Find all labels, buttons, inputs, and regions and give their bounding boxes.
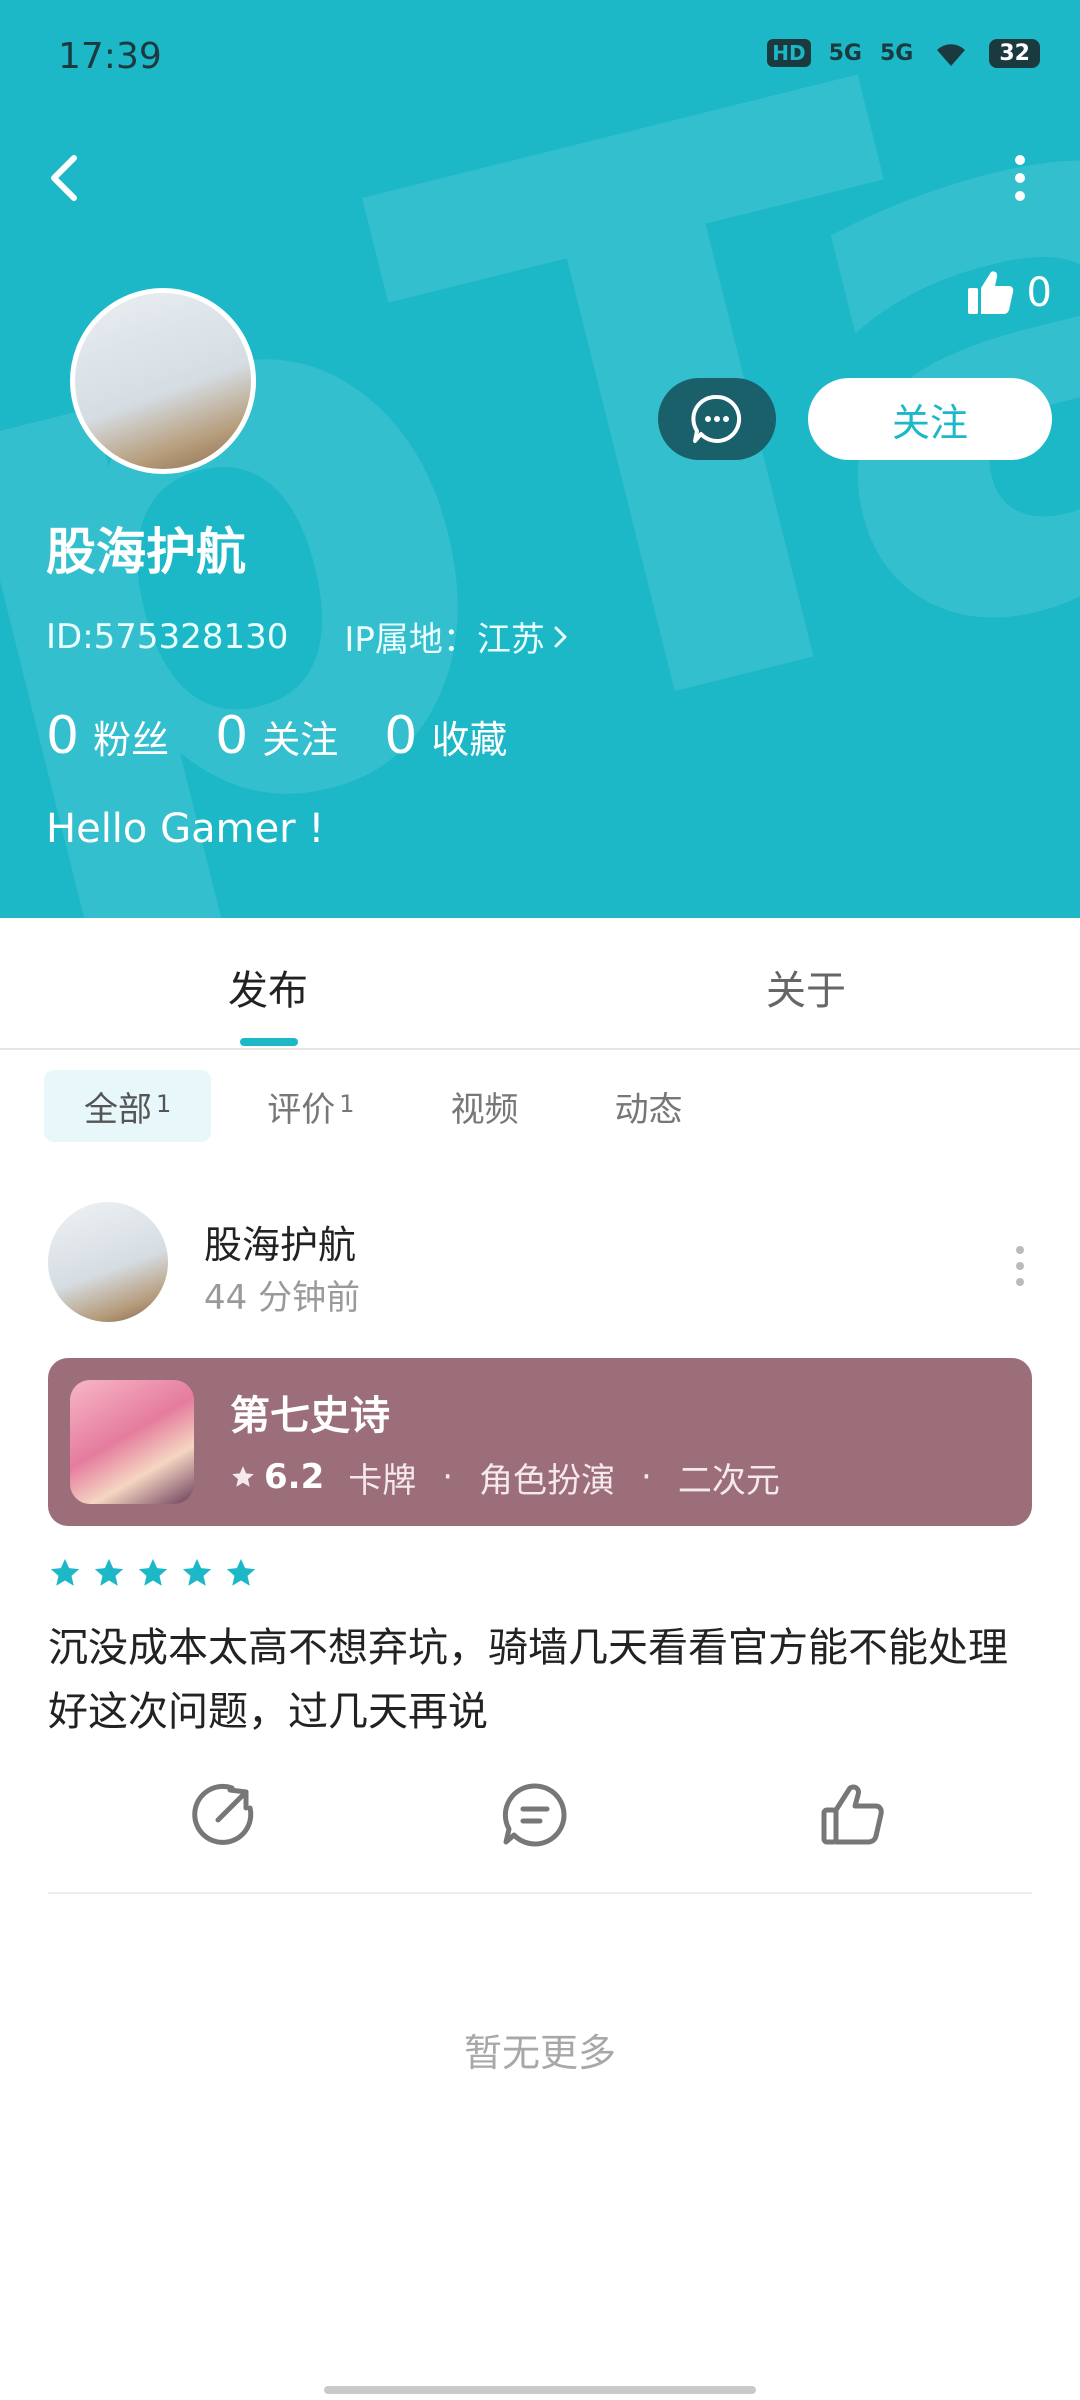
more-vertical-icon — [1016, 1246, 1024, 1286]
profile-stats: 0 粉丝 0 关注 0 收藏 — [46, 706, 507, 766]
filter-all-label: 全部 — [84, 1089, 152, 1130]
stat-fans[interactable]: 0 粉丝 — [46, 706, 169, 766]
post-more-button[interactable] — [1000, 1236, 1040, 1296]
star-icon — [50, 1558, 80, 1586]
game-tag: 卡牌 — [348, 1460, 417, 1501]
game-rating: 6.2 — [264, 1457, 325, 1497]
bio: Hello Gamer ! — [46, 806, 325, 852]
review-text: 沉没成本太高不想弃坑，骑墙几天看看官方能不能处理好这次问题，过几天再说 — [48, 1625, 1008, 1735]
signal-icon-2: 5G — [880, 40, 914, 66]
battery-icon: 32 — [989, 38, 1040, 68]
user-id: ID:575328130 — [46, 616, 289, 657]
chevron-right-icon — [554, 626, 567, 647]
filter-reviews-count: 1 — [339, 1090, 355, 1118]
message-button[interactable] — [658, 378, 776, 460]
filter-reviews-label: 评价 — [267, 1089, 336, 1130]
game-title: 第七史诗 — [230, 1392, 390, 1439]
follow-button[interactable]: 关注 — [808, 378, 1052, 460]
star-icon — [232, 1466, 254, 1487]
star-icon — [138, 1558, 168, 1586]
signal-icon-1: 5G — [828, 40, 862, 66]
like-button[interactable] — [818, 1780, 888, 1850]
post-time: 44 分钟前 — [204, 1278, 361, 1318]
game-meta: 6.2 卡牌 · 角色扮演 · 二次元 — [230, 1453, 780, 1502]
stat-favorites[interactable]: 0 收藏 — [384, 706, 507, 766]
status-icons: HD 5G 5G 32 — [767, 38, 1040, 68]
stat-following-label: 关注 — [262, 718, 339, 762]
username: 股海护航 — [46, 523, 246, 581]
chat-bubble-icon — [691, 394, 742, 443]
ip-location[interactable]: IP属地：江苏 — [344, 612, 571, 661]
status-time: 17:39 — [58, 36, 162, 77]
back-button[interactable] — [38, 148, 98, 208]
share-icon — [192, 1783, 254, 1845]
stat-fans-label: 粉丝 — [93, 718, 170, 762]
game-card[interactable]: 第七史诗 6.2 卡牌 · 角色扮演 · 二次元 — [48, 1358, 1032, 1526]
filter-videos[interactable]: 视频 — [411, 1070, 559, 1142]
game-tag: 角色扮演 — [479, 1460, 616, 1501]
avatar[interactable] — [70, 288, 256, 474]
tab-about[interactable]: 关于 — [766, 958, 846, 1016]
divider — [48, 1892, 1032, 1894]
tag-separator: · — [641, 1457, 652, 1497]
filter-moments-label: 动态 — [614, 1089, 683, 1130]
star-icon — [226, 1558, 256, 1586]
filter-chips: 全部 1 评价 1 视频 动态 — [44, 1070, 723, 1142]
tab-indicator — [240, 1038, 298, 1046]
profile-header: pTa 17:39 HD 5G 5G 32 0 关注 股海护航 ID:57532… — [0, 0, 1080, 918]
content-tabs: 发布 关于 — [0, 918, 1080, 1050]
post-author-avatar[interactable] — [48, 1202, 168, 1322]
stat-favorites-label: 收藏 — [431, 718, 508, 762]
like-count: 0 — [1026, 270, 1052, 316]
post-author-name[interactable]: 股海护航 — [204, 1214, 356, 1269]
more-options-button[interactable] — [990, 148, 1050, 208]
stat-following[interactable]: 0 关注 — [215, 706, 338, 766]
profile-like[interactable]: 0 — [965, 268, 1052, 318]
more-vertical-icon — [1015, 155, 1025, 201]
filter-moments[interactable]: 动态 — [575, 1070, 723, 1142]
hd-icon: HD — [767, 39, 811, 67]
tab-posts[interactable]: 发布 — [228, 958, 308, 1016]
filter-all-count: 1 — [156, 1090, 172, 1118]
filter-all[interactable]: 全部 1 — [44, 1070, 212, 1142]
star-icon — [94, 1558, 124, 1586]
stat-fans-count: 0 — [46, 706, 80, 766]
game-info: 第七史诗 6.2 卡牌 · 角色扮演 · 二次元 — [230, 1383, 780, 1502]
id-line: ID:575328130 IP属地：江苏 — [46, 612, 571, 661]
tag-separator: · — [442, 1457, 454, 1497]
share-button[interactable] — [188, 1780, 258, 1850]
filter-reviews[interactable]: 评价 1 — [227, 1070, 394, 1142]
stat-favorites-count: 0 — [384, 706, 418, 766]
wifi-icon — [937, 44, 966, 66]
review-stars — [48, 1556, 258, 1590]
chevron-left-icon — [51, 155, 77, 201]
ip-location-text: IP属地：江苏 — [344, 620, 545, 660]
star-icon — [182, 1558, 212, 1586]
home-indicator[interactable] — [324, 2386, 756, 2394]
game-tag: 二次元 — [677, 1460, 780, 1501]
post-actions — [0, 1780, 1080, 1860]
stat-following-count: 0 — [215, 706, 249, 766]
game-icon — [70, 1380, 194, 1504]
thumbs-up-icon — [821, 1784, 884, 1845]
comment-button[interactable] — [500, 1780, 570, 1850]
filter-videos-label: 视频 — [450, 1089, 519, 1130]
comment-icon — [502, 1783, 567, 1847]
thumbs-up-icon — [967, 271, 1013, 314]
no-more-content: 暂无更多 — [463, 2031, 616, 2075]
